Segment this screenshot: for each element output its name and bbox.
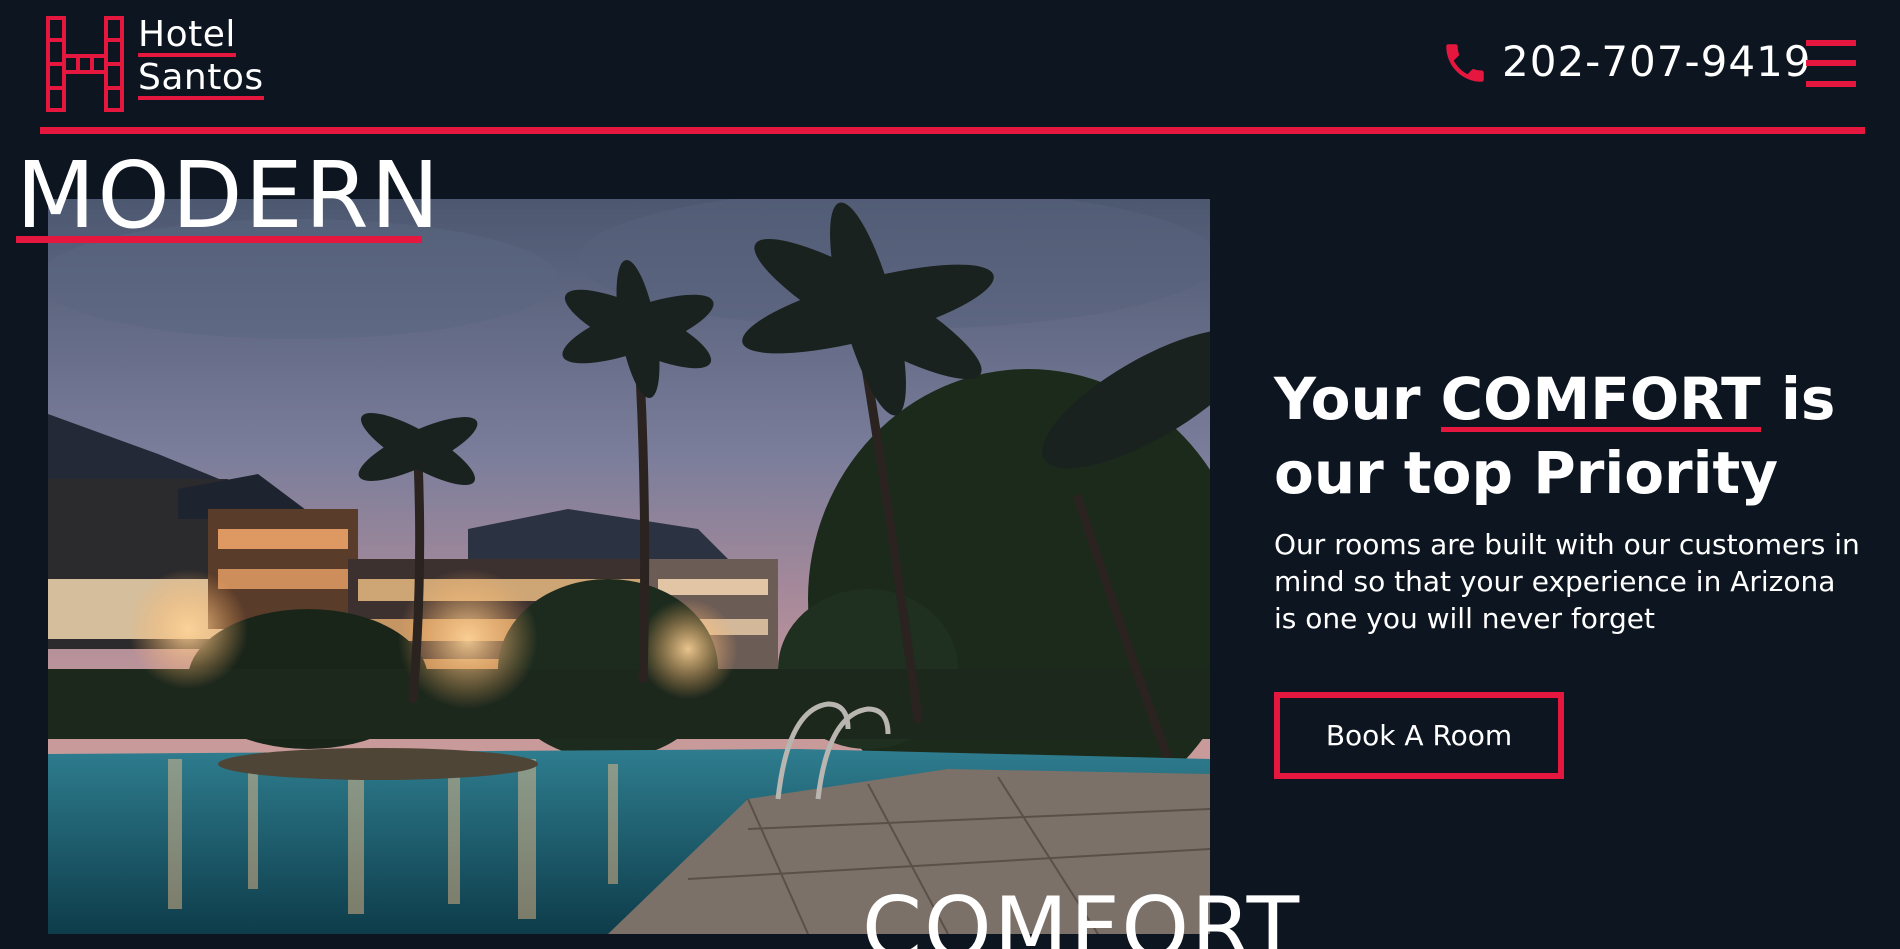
brand-name-line2: Santos — [138, 57, 264, 100]
modern-heading: MODERN — [16, 142, 442, 249]
hotel-logo-icon — [46, 16, 124, 112]
brand-name-line1: Hotel — [138, 14, 236, 57]
headline-accent: COMFORT — [1440, 365, 1761, 433]
modern-underline — [16, 236, 422, 243]
phone-icon — [1446, 44, 1484, 82]
comfort-heading: COMFORT — [862, 879, 1302, 949]
brand-name-line2-link[interactable]: Santos — [138, 57, 264, 100]
headline-pre: Your — [1274, 365, 1441, 433]
hero-photo — [48, 199, 1210, 934]
intro-headline: Your COMFORT is our top Priority — [1274, 362, 1874, 510]
phone-number-link[interactable]: 202-707-9419 — [1502, 36, 1812, 88]
hamburger-menu-icon[interactable] — [1806, 38, 1856, 90]
header-divider — [40, 127, 1865, 134]
intro-body: Our rooms are built with our customers i… — [1274, 528, 1860, 635]
book-room-button[interactable]: Book A Room — [1274, 692, 1564, 779]
brand-name-line1-link[interactable]: Hotel — [138, 14, 236, 57]
brand-name[interactable]: Hotel Santos — [138, 14, 264, 100]
